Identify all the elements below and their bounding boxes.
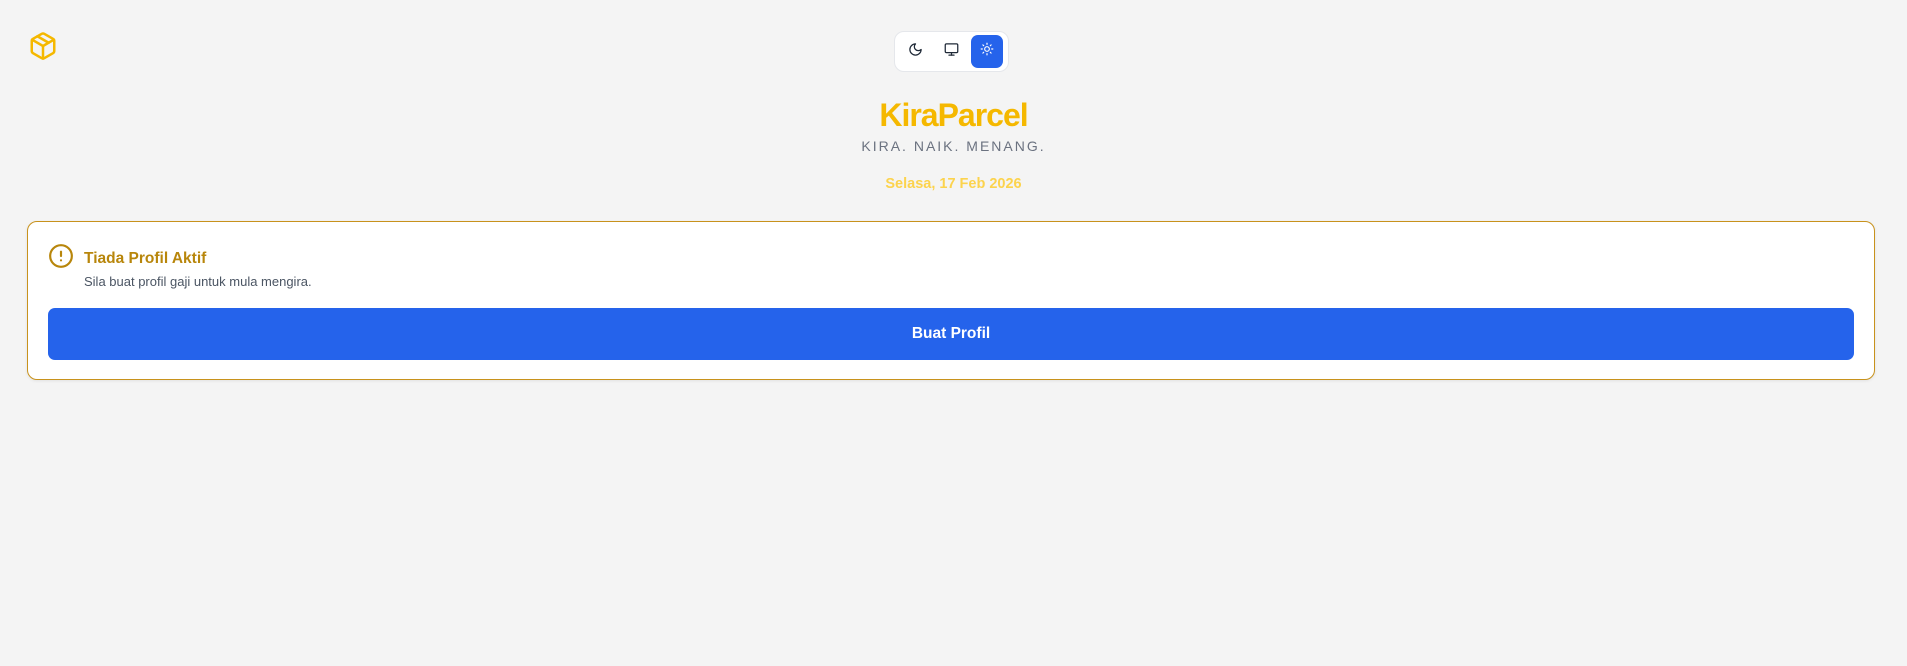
no-profile-notice-card: Tiada Profil Aktif Sila buat profil gaji… — [27, 221, 1875, 380]
theme-switcher — [894, 31, 1009, 72]
monitor-icon — [944, 42, 959, 62]
brand-title: KiraParcel — [879, 97, 1028, 133]
moon-icon — [908, 42, 923, 62]
theme-system-button[interactable] — [935, 35, 967, 68]
alert-circle-icon — [48, 243, 74, 274]
theme-dark-button[interactable] — [899, 35, 931, 68]
notice-description: Sila buat profil gaji untuk mula mengira… — [84, 274, 312, 289]
package-box-icon[interactable] — [28, 31, 58, 61]
current-date: Selasa, 17 Feb 2026 — [885, 176, 1022, 192]
notice-header: Tiada Profil Aktif — [48, 243, 206, 274]
sun-icon — [980, 42, 994, 61]
tagline: KIRA. NAIK. MENANG. — [861, 138, 1046, 154]
notice-title: Tiada Profil Aktif — [84, 249, 207, 267]
app-header: KiraParcel KIRA. NAIK. MENANG. Selasa, 1… — [0, 94, 1907, 193]
theme-light-button[interactable] — [971, 35, 1003, 68]
create-profile-button[interactable]: Buat Profil — [48, 308, 1854, 360]
